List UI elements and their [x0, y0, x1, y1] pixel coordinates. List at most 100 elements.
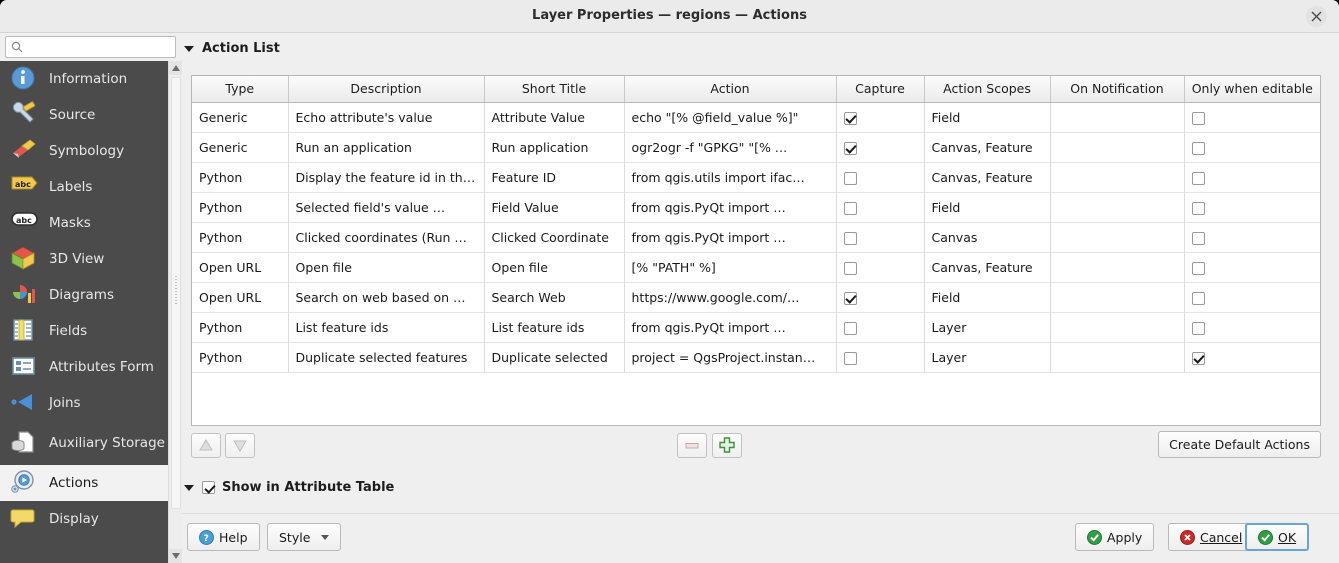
sidebar-item-3d-view[interactable]: 3D View [0, 241, 168, 277]
show-in-attribute-table-group[interactable]: Show in Attribute Table [184, 480, 394, 495]
cell-action-scopes[interactable]: Canvas, Feature [924, 252, 1050, 282]
cell-action[interactable]: echo "[% @field_value %]" [624, 102, 836, 132]
move-up-button[interactable] [191, 433, 221, 458]
cell-on-notification[interactable] [1050, 222, 1184, 252]
cell-action[interactable]: from qgis.utils import ifac… [624, 162, 836, 192]
cell-description[interactable]: Run an application [288, 132, 484, 162]
cell-short-title[interactable]: Run application [484, 132, 624, 162]
sidebar-item-actions[interactable]: Actions [0, 465, 168, 501]
table-row[interactable]: PythonDuplicate selected featuresDuplica… [192, 342, 1320, 372]
cell-type[interactable]: Generic [192, 132, 288, 162]
sidebar-item-auxiliary-storage[interactable]: Auxiliary Storage [0, 421, 168, 465]
action-list-group-header[interactable]: Action List [184, 41, 280, 56]
only-when-editable-checkbox[interactable] [1192, 202, 1205, 215]
col-header-description[interactable]: Description [288, 76, 484, 102]
cell-on-notification[interactable] [1050, 342, 1184, 372]
capture-cell[interactable] [836, 132, 924, 162]
sidebar-item-fields[interactable]: Fields [0, 313, 168, 349]
cell-description[interactable]: Duplicate selected features [288, 342, 484, 372]
capture-cell[interactable] [836, 342, 924, 372]
col-header-action-scopes[interactable]: Action Scopes [924, 76, 1050, 102]
cell-description[interactable]: Open file [288, 252, 484, 282]
sidebar-item-attributes-form[interactable]: Attributes Form [0, 349, 168, 385]
col-header-short-title[interactable]: Short Title [484, 76, 624, 102]
cell-on-notification[interactable] [1050, 162, 1184, 192]
capture-checkbox[interactable] [844, 262, 857, 275]
cell-type[interactable]: Python [192, 342, 288, 372]
sidebar-item-masks[interactable]: abc Masks [0, 205, 168, 241]
cell-type[interactable]: Open URL [192, 282, 288, 312]
only-when-editable-cell[interactable] [1184, 162, 1320, 192]
cell-action[interactable]: from qgis.PyQt import … [624, 222, 836, 252]
cell-action[interactable]: project = QgsProject.instan… [624, 342, 836, 372]
cell-description[interactable]: Clicked coordinates (Run … [288, 222, 484, 252]
col-header-capture[interactable]: Capture [836, 76, 924, 102]
cell-action[interactable]: from qgis.PyQt import … [624, 312, 836, 342]
style-button[interactable]: Style [267, 523, 341, 551]
cell-action-scopes[interactable]: Layer [924, 312, 1050, 342]
capture-checkbox[interactable] [844, 292, 857, 305]
sidebar-item-information[interactable]: Information [0, 61, 168, 97]
cell-on-notification[interactable] [1050, 132, 1184, 162]
cell-action-scopes[interactable]: Field [924, 282, 1050, 312]
only-when-editable-checkbox[interactable] [1192, 142, 1205, 155]
cell-type[interactable]: Open URL [192, 252, 288, 282]
only-when-editable-cell[interactable] [1184, 282, 1320, 312]
cell-action-scopes[interactable]: Canvas, Feature [924, 132, 1050, 162]
capture-cell[interactable] [836, 162, 924, 192]
cell-action[interactable]: from qgis.PyQt import … [624, 192, 836, 222]
remove-action-button[interactable] [677, 433, 707, 458]
cell-short-title[interactable]: Open file [484, 252, 624, 282]
apply-button[interactable]: Apply [1075, 523, 1154, 551]
sidebar-item-display[interactable]: Display [0, 501, 168, 537]
search-input[interactable] [30, 37, 150, 57]
cell-short-title[interactable]: Field Value [484, 192, 624, 222]
capture-cell[interactable] [836, 312, 924, 342]
table-row[interactable]: PythonClicked coordinates (Run …Clicked … [192, 222, 1320, 252]
close-button[interactable] [1306, 6, 1327, 27]
capture-checkbox[interactable] [844, 352, 857, 365]
create-default-actions-button[interactable]: Create Default Actions [1158, 431, 1321, 458]
cell-action-scopes[interactable]: Field [924, 192, 1050, 222]
only-when-editable-checkbox[interactable] [1192, 262, 1205, 275]
move-down-button[interactable] [225, 433, 255, 458]
cell-description[interactable]: Search on web based on … [288, 282, 484, 312]
sidebar-item-labels[interactable]: abc Labels [0, 169, 168, 205]
cell-action[interactable]: ogr2ogr -f "GPKG" "[% … [624, 132, 836, 162]
cell-on-notification[interactable] [1050, 102, 1184, 132]
sidebar-item-source[interactable]: Source [0, 97, 168, 133]
cell-description[interactable]: Selected field's value … [288, 192, 484, 222]
cell-type[interactable]: Python [192, 222, 288, 252]
only-when-editable-checkbox[interactable] [1192, 172, 1205, 185]
table-row[interactable]: Open URLOpen fileOpen file[% "PATH" %]Ca… [192, 252, 1320, 282]
col-header-on-notification[interactable]: On Notification [1050, 76, 1184, 102]
table-row[interactable]: PythonList feature idsList feature idsfr… [192, 312, 1320, 342]
cell-action-scopes[interactable]: Canvas, Feature [924, 162, 1050, 192]
capture-checkbox[interactable] [844, 112, 857, 125]
cell-short-title[interactable]: Search Web [484, 282, 624, 312]
add-action-button[interactable] [712, 433, 742, 458]
sidebar-item-symbology[interactable]: Symbology [0, 133, 168, 169]
cell-short-title[interactable]: Duplicate selected [484, 342, 624, 372]
cell-short-title[interactable]: Feature ID [484, 162, 624, 192]
sidebar-item-joins[interactable]: Joins [0, 385, 168, 421]
capture-checkbox[interactable] [844, 142, 857, 155]
capture-cell[interactable] [836, 252, 924, 282]
cell-on-notification[interactable] [1050, 312, 1184, 342]
only-when-editable-cell[interactable] [1184, 252, 1320, 282]
cell-action[interactable]: https://www.google.com/… [624, 282, 836, 312]
table-row[interactable]: GenericEcho attribute's valueAttribute V… [192, 102, 1320, 132]
only-when-editable-checkbox[interactable] [1192, 322, 1205, 335]
search-box[interactable] [5, 36, 176, 58]
sidebar-scrollbar[interactable] [168, 61, 182, 563]
only-when-editable-checkbox[interactable] [1192, 352, 1205, 365]
capture-checkbox[interactable] [844, 232, 857, 245]
cell-short-title[interactable]: Attribute Value [484, 102, 624, 132]
only-when-editable-cell[interactable] [1184, 342, 1320, 372]
cell-description[interactable]: List feature ids [288, 312, 484, 342]
table-row[interactable]: Open URLSearch on web based on …Search W… [192, 282, 1320, 312]
cell-action[interactable]: [% "PATH" %] [624, 252, 836, 282]
cell-action-scopes[interactable]: Field [924, 102, 1050, 132]
cell-on-notification[interactable] [1050, 192, 1184, 222]
only-when-editable-cell[interactable] [1184, 192, 1320, 222]
